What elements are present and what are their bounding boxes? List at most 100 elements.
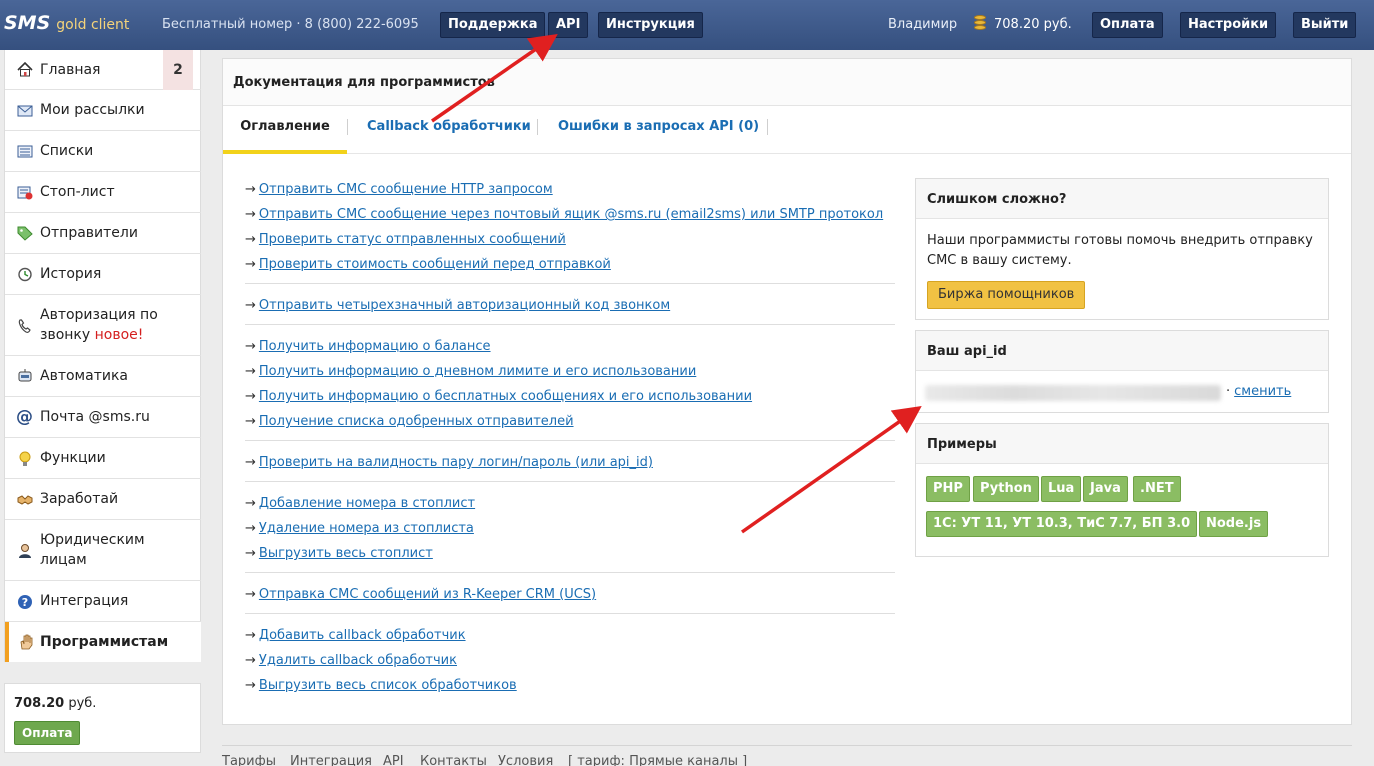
example-php[interactable]: PHP <box>926 476 970 502</box>
balance-value: 708.20 <box>14 696 65 711</box>
link-check-status[interactable]: Проверить статус отправленных сообщений <box>259 232 566 247</box>
footer-link-tariffs[interactable]: Тарифы <box>222 754 276 766</box>
sidebar-item-label-line1: Авторизация по <box>40 307 158 323</box>
link-check-cost[interactable]: Проверить стоимость сообщений перед отпр… <box>259 257 611 272</box>
example-1c[interactable]: 1С: УТ 11, УТ 10.3, ТиС 7.7, БП 3.0 <box>926 511 1198 537</box>
example-nodejs[interactable]: Node.js <box>1199 511 1269 537</box>
change-api-id-link[interactable]: сменить <box>1234 384 1291 399</box>
sidebar-item-label: Заработай <box>40 491 119 507</box>
link-approved-senders[interactable]: Получение списка одобренных отправителей <box>259 414 574 429</box>
bulb-icon <box>16 451 33 466</box>
settings-button[interactable]: Настройки <box>1180 12 1277 38</box>
link-send-http[interactable]: Отправить СМС сообщение HTTP запросом <box>259 182 553 197</box>
sidebar-item-developers[interactable]: Программистам <box>5 622 201 662</box>
link-balance[interactable]: Получить информацию о балансе <box>259 339 491 354</box>
top-bar: SMS gold client Бесплатный номер · 8 (80… <box>0 0 1374 50</box>
example-java[interactable]: Java <box>1083 476 1128 502</box>
sidebar-item-integration[interactable]: ? Интеграция <box>5 581 201 622</box>
arrow: → <box>245 496 256 511</box>
tab-api-errors[interactable]: Ошибки в запросах API (0) <box>558 107 759 154</box>
envelope-icon <box>16 103 33 118</box>
sidebar-item-lists[interactable]: Списки <box>5 131 201 172</box>
logo[interactable]: SMS gold client <box>4 12 129 34</box>
arrow: → <box>245 678 256 693</box>
footer-link-contacts[interactable]: Контакты <box>420 754 487 766</box>
link-rkeeper[interactable]: Отправка СМС сообщений из R-Keeper CRM (… <box>259 587 596 602</box>
sidebar-item-legal[interactable]: Юридическим лицам <box>5 520 201 581</box>
sidebar-item-label: Мои рассылки <box>40 102 145 118</box>
sidebar-item-label-line1: Юридическим <box>40 532 145 548</box>
sidebar-item-senders[interactable]: Отправители <box>5 213 201 254</box>
api-id-box: Ваш api_id · сменить <box>915 330 1329 413</box>
sidebar-item-earn[interactable]: Заработай <box>5 479 201 520</box>
arrow: → <box>245 628 256 643</box>
link-stoplist-remove[interactable]: Удаление номера из стоплиста <box>259 521 474 536</box>
sidebar-pay-button[interactable]: Оплата <box>14 721 81 745</box>
support-button[interactable]: Поддержка <box>440 12 546 38</box>
sidebar-item-automation[interactable]: Автоматика <box>5 356 201 397</box>
phone-icon <box>16 318 33 333</box>
sidebar-balance: 708.20 руб. Оплата <box>4 683 201 753</box>
example-dotnet[interactable]: .NET <box>1133 476 1181 502</box>
user-name[interactable]: Владимир <box>888 17 957 32</box>
arrow: → <box>245 389 256 404</box>
logout-button[interactable]: Выйти <box>1293 12 1357 38</box>
arrow: → <box>245 257 256 272</box>
divider <box>245 572 895 573</box>
sidebar-item-label: Списки <box>40 143 94 159</box>
arrow: → <box>245 339 256 354</box>
helpers-exchange-button[interactable]: Биржа помощников <box>927 281 1086 309</box>
tab-separator <box>767 119 768 135</box>
api-id-title: Ваш api_id <box>927 344 1007 359</box>
handshake-icon <box>16 492 33 507</box>
footer-link-integration[interactable]: Интеграция <box>290 754 372 766</box>
coins-icon <box>972 15 988 33</box>
new-label: новое! <box>94 327 144 343</box>
footer: Тарифы Интеграция API Контакты Условия [… <box>222 745 1352 766</box>
sidebar-item-label: Почта @sms.ru <box>40 409 150 425</box>
api-button[interactable]: API <box>548 12 589 38</box>
instructions-button[interactable]: Инструкция <box>598 12 703 38</box>
sidebar-item-stoplist[interactable]: Стоп-лист <box>5 172 201 213</box>
link-call-code[interactable]: Отправить четырехзначный авторизационный… <box>259 298 670 313</box>
sidebar-item-mailings[interactable]: Мои рассылки <box>5 90 201 131</box>
doc-link: → Получение списка одобренных отправителе… <box>245 412 574 432</box>
arrow: → <box>245 455 256 470</box>
tab-separator <box>537 119 538 135</box>
page-title: Документация для программистов <box>233 75 495 90</box>
example-lua[interactable]: Lua <box>1041 476 1082 502</box>
divider <box>245 613 895 614</box>
sidebar-item-home[interactable]: Главная 2 <box>5 50 201 90</box>
examples-header: Примеры <box>916 424 1328 464</box>
link-stoplist-add[interactable]: Добавление номера в стоплист <box>259 496 475 511</box>
tab-callback[interactable]: Callback обработчики <box>367 107 531 154</box>
footer-link-terms[interactable]: Условия <box>498 754 553 766</box>
doc-link: → Проверить стоимость сообщений перед отп… <box>245 255 611 275</box>
link-stoplist-export[interactable]: Выгрузить весь стоплист <box>259 546 433 561</box>
link-validate-login[interactable]: Проверить на валидность пару логин/парол… <box>259 455 653 470</box>
footer-link-api[interactable]: API <box>383 754 404 766</box>
arrow: → <box>245 364 256 379</box>
link-daily-limit[interactable]: Получить информацию о дневном лимите и е… <box>259 364 696 379</box>
examples-box: Примеры PHP Python Lua Java .NET 1С: УТ … <box>915 423 1329 557</box>
link-callback-add[interactable]: Добавить callback обработчик <box>259 628 466 643</box>
arrow: → <box>245 232 256 247</box>
tab-contents[interactable]: Оглавление <box>223 107 347 154</box>
sidebar-item-mail[interactable]: @ Почта @sms.ru <box>5 397 201 438</box>
sidebar-item-functions[interactable]: Функции <box>5 438 201 479</box>
link-send-email[interactable]: Отправить СМС сообщение через почтовый я… <box>259 207 883 222</box>
link-callback-remove[interactable]: Удалить callback обработчик <box>259 653 457 668</box>
example-python[interactable]: Python <box>973 476 1039 502</box>
footer-tariff-info: [ тариф: Прямые каналы ] <box>568 754 748 766</box>
doc-link: → Удаление номера из стоплиста <box>245 519 474 539</box>
tag-icon <box>16 226 33 241</box>
home-icon <box>16 62 33 77</box>
link-free-messages[interactable]: Получить информацию о бесплатных сообщен… <box>259 389 752 404</box>
sidebar-item-history[interactable]: История <box>5 254 201 295</box>
question-icon: ? <box>16 594 33 609</box>
api-id-header: Ваш api_id <box>916 331 1328 371</box>
pay-button[interactable]: Оплата <box>1092 12 1163 38</box>
sidebar-item-call-auth[interactable]: Авторизация по звонку новое! <box>5 295 201 356</box>
link-callback-export[interactable]: Выгрузить весь список обработчиков <box>259 678 517 693</box>
api-id-value-blurred <box>925 385 1221 401</box>
